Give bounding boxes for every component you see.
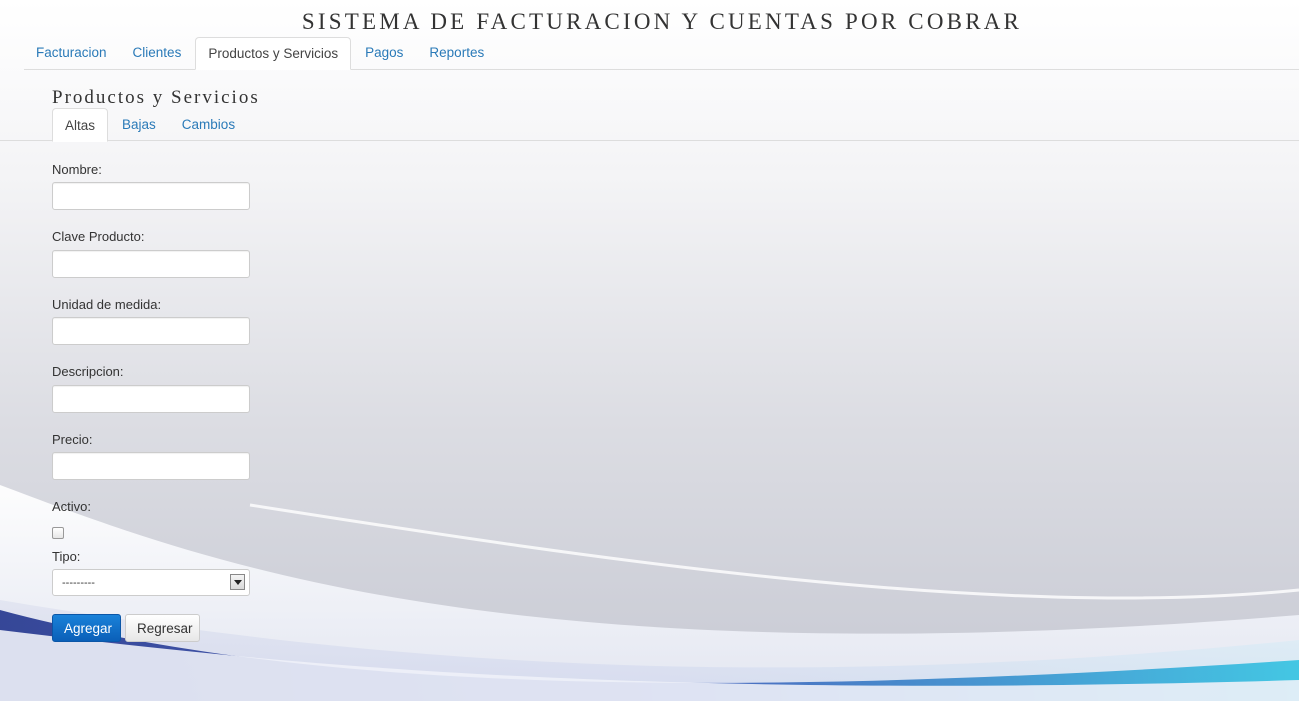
tab-altas[interactable]: Altas: [52, 108, 109, 142]
tab-cambios[interactable]: Cambios: [170, 108, 247, 141]
descripcion-input[interactable]: [52, 385, 250, 413]
tab-bajas[interactable]: Bajas: [110, 108, 168, 141]
app-title: SISTEMA DE FACTURACION Y CUENTAS POR COB…: [301, 9, 1023, 34]
chevron-down-icon[interactable]: [230, 574, 245, 590]
activo-label: Activo:: [52, 499, 92, 514]
section-tabs: Altas Bajas Cambios: [0, 108, 1299, 142]
unidad-de-medida-input[interactable]: [52, 317, 250, 345]
clave-producto-label: Clave Producto:: [52, 229, 145, 244]
tipo-selected-value: ---------: [62, 577, 95, 589]
precio-label: Precio:: [52, 432, 93, 447]
precio-input[interactable]: [52, 452, 250, 480]
tab-clientes[interactable]: Clientes: [121, 37, 194, 69]
regresar-button[interactable]: Regresar: [125, 614, 200, 642]
tab-reportes[interactable]: Reportes: [417, 37, 496, 69]
main-nav-tabs: Facturacion Clientes Productos y Servici…: [24, 37, 1299, 70]
tipo-select[interactable]: ---------: [52, 569, 250, 596]
clave-producto-input[interactable]: [52, 250, 250, 278]
nombre-label: Nombre:: [52, 162, 102, 177]
nombre-input[interactable]: [52, 182, 250, 210]
activo-checkbox[interactable]: [52, 527, 64, 539]
tipo-label: Tipo:: [52, 549, 81, 564]
tab-productos-y-servicios[interactable]: Productos y Servicios: [195, 37, 352, 70]
agregar-button[interactable]: Agregar: [52, 614, 121, 642]
unidad-de-medida-label: Unidad de medida:: [52, 297, 162, 312]
tab-pagos[interactable]: Pagos: [353, 37, 415, 69]
descripcion-label: Descripcion:: [52, 364, 124, 379]
tab-facturacion[interactable]: Facturacion: [24, 37, 119, 69]
section-title: Productos y Servicios: [52, 87, 260, 108]
